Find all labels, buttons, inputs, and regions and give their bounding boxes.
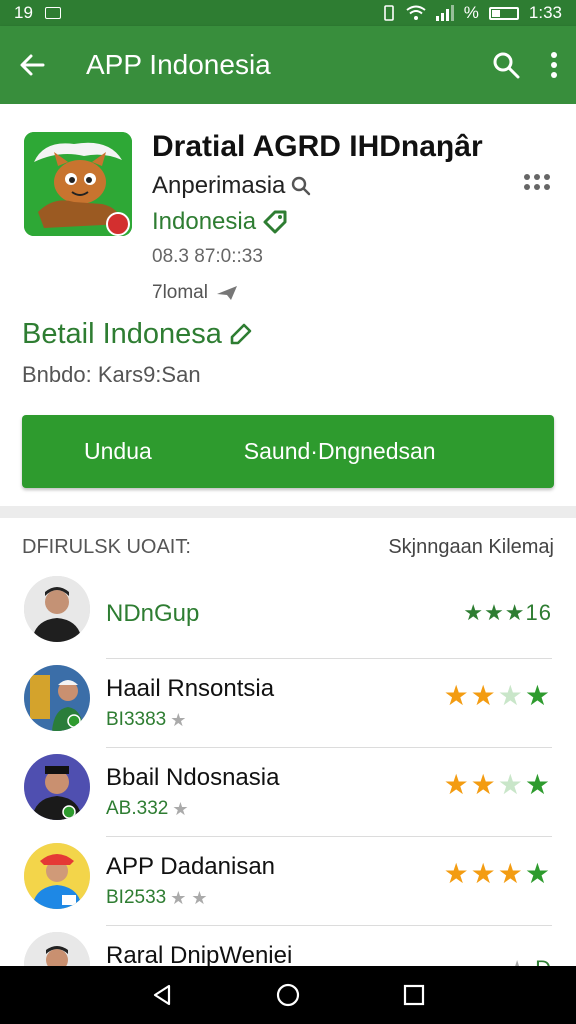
overflow-menu-icon[interactable] xyxy=(550,51,558,79)
edit-icon xyxy=(230,323,252,344)
section-divider xyxy=(0,506,576,518)
review-item[interactable]: Haail Rnsontsia BI3383 ★ ★★★★ xyxy=(0,659,576,748)
rating-label: ★★★16 xyxy=(463,600,552,625)
airplane-icon xyxy=(216,286,237,300)
reviews-sort-link[interactable]: Skjnngaan Kilemaj xyxy=(388,536,554,559)
battery-percent: % xyxy=(463,3,479,22)
size-row: 7lomal xyxy=(152,282,482,304)
reviews-header: DFIRULSK UOAIT: Skjnngaan Kilemaj xyxy=(22,536,554,559)
developer-row[interactable]: Anperimasia xyxy=(152,172,482,200)
battery-icon xyxy=(488,6,519,20)
tag-icon xyxy=(263,210,287,234)
install-button-right-label: Saund·Dngnedsan xyxy=(243,438,436,464)
status-time-left: 19 xyxy=(14,3,33,22)
app-bar-title: APP Indonesia xyxy=(86,49,271,80)
star-icon: ★ xyxy=(470,858,498,889)
developer-name: Anperimasia xyxy=(152,172,286,199)
star-icon: ★ xyxy=(172,798,189,819)
category-row[interactable]: Indonesia xyxy=(152,208,482,236)
signal-icon xyxy=(435,5,454,21)
review-id: AB.332 xyxy=(106,798,169,819)
avatar xyxy=(24,576,90,642)
star-icon: ★ xyxy=(497,680,525,711)
star-icon: ★ xyxy=(524,858,552,889)
star-icon: ★ xyxy=(524,769,552,800)
vibrate-icon xyxy=(383,5,394,21)
recents-icon[interactable] xyxy=(402,983,426,1007)
back-icon[interactable] xyxy=(150,983,174,1007)
rating-stars: ★★★★ xyxy=(444,679,552,712)
reviewer-name: Bbail Ndosnasia xyxy=(106,764,280,791)
avatar xyxy=(24,754,90,820)
star-icon: ★ ★ xyxy=(170,887,208,908)
app-details-header: Dratial AGRD IHDnaŋâr Anperimasia Indone… xyxy=(0,104,576,510)
navigation-bar xyxy=(0,966,576,1024)
status-time: 1:33 xyxy=(528,3,562,22)
search-icon xyxy=(292,176,311,196)
app-name: Dratial AGRD IHDnaŋâr xyxy=(152,130,483,163)
star-icon: ★ xyxy=(443,680,471,711)
sim-icon xyxy=(44,7,61,19)
detail-title-text: Betail Indonesa xyxy=(22,318,222,350)
detail-title: Betail Indonesa xyxy=(22,318,254,351)
star-icon: ★ xyxy=(497,858,525,889)
app-bar: APP Indonesia xyxy=(0,26,576,104)
review-list: NDnGup ★★★16 Haail Rnsontsia BI3383 ★ ★★… xyxy=(0,570,576,1015)
reviews-header-title: DFIRULSK UOAIT: xyxy=(22,536,191,558)
app-icon xyxy=(24,132,132,236)
reviewer-name: NDnGup xyxy=(106,600,200,627)
wifi-icon xyxy=(406,5,426,20)
review-meta: BI3383 ★ xyxy=(106,709,186,731)
app-size: 7lomal xyxy=(152,282,208,303)
detail-subtitle: Bnbdo: Kars9:San xyxy=(22,362,201,387)
install-button[interactable]: Undua Saund·Dngnedsan xyxy=(22,415,554,488)
search-icon[interactable] xyxy=(492,51,520,79)
star-icon: ★ xyxy=(524,680,552,711)
review-id: BI3383 xyxy=(106,709,167,730)
install-button-left-label: Undua xyxy=(84,438,152,464)
review-meta: AB.332 ★ xyxy=(106,798,188,820)
star-icon: ★ xyxy=(470,769,498,800)
rating-stars: ★★★★ xyxy=(444,768,552,801)
review-item[interactable]: NDnGup ★★★16 xyxy=(0,570,576,659)
review-item[interactable]: APP Dadanisan BI2533 ★ ★ ★★★★ xyxy=(0,837,576,926)
review-meta: BI2533 ★ ★ xyxy=(106,887,208,909)
reviewer-name: Haail Rnsontsia xyxy=(106,675,275,702)
rating-stars: ★★★★ xyxy=(444,857,552,890)
star-icon: ★ xyxy=(470,680,498,711)
review-item[interactable]: Bbail Ndosnasia AB.332 ★ ★★★★ xyxy=(0,748,576,837)
back-arrow-icon[interactable] xyxy=(18,51,46,79)
reviewer-name: APP Dadanisan xyxy=(106,853,276,880)
review-id: BI2533 xyxy=(106,887,167,908)
app-info: Dratial AGRD IHDnaŋâr Anperimasia Indone… xyxy=(152,130,483,304)
category-name: Indonesia xyxy=(152,208,257,235)
avatar xyxy=(24,843,90,909)
avatar xyxy=(24,665,90,731)
home-icon[interactable] xyxy=(275,982,301,1008)
star-icon: ★ xyxy=(497,769,525,800)
star-icon: ★ xyxy=(170,709,187,730)
star-icon: ★ xyxy=(443,769,471,800)
star-icon: ★ xyxy=(443,858,471,889)
more-options-icon[interactable] xyxy=(524,174,550,192)
update-date: 08.3 87:0::33 xyxy=(152,246,263,267)
status-bar: 19 % 1:33 xyxy=(0,0,576,26)
